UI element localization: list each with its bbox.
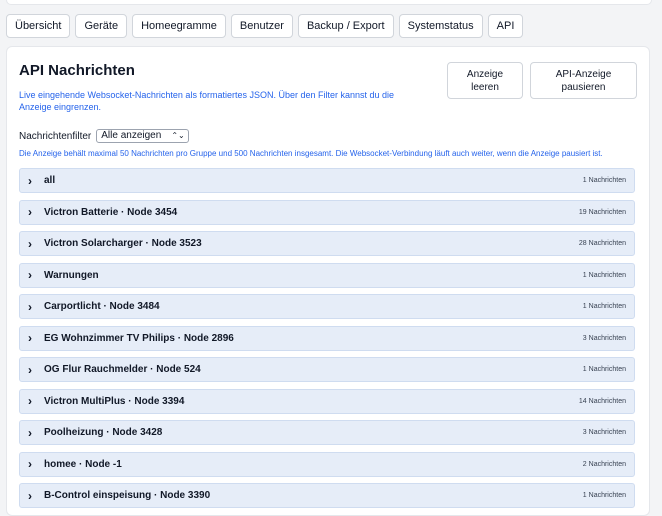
tab-homeegramme[interactable]: Homeegramme [132, 14, 226, 38]
chevron-right-icon: › [28, 362, 32, 377]
retention-info: Die Anzeige behält maximal 50 Nachrichte… [19, 149, 603, 158]
tab-benutzer[interactable]: Benutzer [230, 14, 293, 38]
group-name: all [44, 175, 56, 186]
group-message-count: 1 Nachrichten [582, 492, 626, 499]
message-group-row[interactable]: › OG Flur Rauchmelder · Node 524 1 Nachric… [19, 357, 635, 382]
group-message-count: 1 Nachrichten [582, 177, 626, 184]
message-group-row[interactable]: › homee · Node -1 2 Nachrichten [19, 451, 635, 477]
group-message-count: 2 Nachrichten [582, 460, 626, 468]
group-name: Warnungen [44, 269, 99, 281]
chevron-down-icon: ⌃⌄ [171, 131, 185, 140]
filter-label: Nachrichtenfilter [19, 130, 92, 142]
group-message-count: 19 Nachrichten [578, 208, 626, 216]
chevron-right-icon: › [28, 173, 32, 188]
page-subtitle: Live eingehende Websocket-Nachrichten al… [19, 90, 395, 112]
pause-api-display-button[interactable]: API-Anzeige pausieren [530, 62, 637, 99]
chevron-right-icon: › [28, 268, 32, 282]
chevron-right-icon: › [28, 331, 32, 345]
tab-systemstatus[interactable]: Systemstatus [398, 14, 483, 38]
page-title: API Nachrichten [19, 62, 135, 79]
chevron-right-icon: › [28, 425, 32, 440]
message-group-list: › all 1 Nachrichten › Victron Batterie · Nod… [19, 168, 635, 515]
tab-api[interactable]: API [487, 14, 524, 38]
chevron-right-icon: › [28, 457, 32, 471]
chevron-right-icon: › [28, 236, 32, 251]
group-message-count: 1 Nachrichten [582, 366, 626, 373]
main-tabs: Übersicht Geräte Homeegramme Benutzer Ba… [6, 14, 524, 38]
message-filter-select[interactable]: Alle anzeigen ⌃⌄ [96, 129, 189, 143]
message-group-row[interactable]: › B-Control einspeisung · Node 3390 1 Nach… [19, 483, 635, 508]
group-name: B-Control einspeisung · Node 3390 [44, 490, 211, 501]
group-name: Victron MultiPlus · Node 3394 [44, 395, 185, 407]
group-name: EG Wohnzimmer TV Philips · Node 2896 [44, 332, 234, 344]
chevron-right-icon: › [28, 488, 32, 503]
group-message-count: 14 Nachrichten [578, 397, 626, 405]
tab-backup-export[interactable]: Backup / Export [297, 14, 394, 38]
message-group-row[interactable]: › Carportlicht · Node 3484 1 Nachrichten [19, 294, 635, 319]
filter-selected-value: Alle anzeigen [101, 130, 162, 141]
clear-display-button[interactable]: Anzeige leeren [447, 62, 523, 99]
message-group-row[interactable]: › Victron Batterie · Node 3454 19 Nachrich… [19, 199, 635, 225]
group-message-count: 1 Nachrichten [582, 303, 626, 310]
group-name: Victron Solarcharger · Node 3523 [44, 238, 202, 249]
group-message-count: 28 Nachrichten [578, 240, 626, 247]
group-name: Poolheizung · Node 3428 [44, 427, 163, 438]
group-message-count: 1 Nachrichten [582, 271, 626, 279]
message-group-row[interactable]: › all 1 Nachrichten [19, 168, 635, 193]
chevron-right-icon: › [28, 394, 32, 408]
top-bar [6, 0, 652, 5]
chevron-right-icon: › [28, 299, 32, 314]
tab-geraete[interactable]: Geräte [75, 14, 128, 38]
api-messages-panel: API Nachrichten Live eingehende Websocke… [6, 46, 650, 516]
message-group-row[interactable]: › Poolheizung · Node 3428 3 Nachrichten [19, 420, 635, 445]
group-message-count: 3 Nachrichten [582, 334, 626, 342]
message-group-row[interactable]: › Victron MultiPlus · Node 3394 14 Nachric… [19, 388, 635, 414]
filter-row: Nachrichtenfilter Alle anzeigen ⌃⌄ [19, 129, 189, 143]
chevron-right-icon: › [28, 205, 32, 219]
message-group-row[interactable]: › Victron Solarcharger · Node 3523 28 Nach… [19, 231, 635, 256]
group-name: OG Flur Rauchmelder · Node 524 [44, 364, 201, 375]
message-group-row[interactable]: › Warnungen 1 Nachrichten [19, 262, 635, 288]
tab-uebersicht[interactable]: Übersicht [6, 14, 71, 38]
group-name: Victron Batterie · Node 3454 [44, 206, 178, 218]
group-name: Carportlicht · Node 3484 [44, 301, 160, 312]
message-group-row[interactable]: › EG Wohnzimmer TV Philips · Node 2896 3 N… [19, 325, 635, 351]
group-message-count: 3 Nachrichten [582, 429, 626, 436]
group-name: homee · Node -1 [44, 458, 122, 470]
